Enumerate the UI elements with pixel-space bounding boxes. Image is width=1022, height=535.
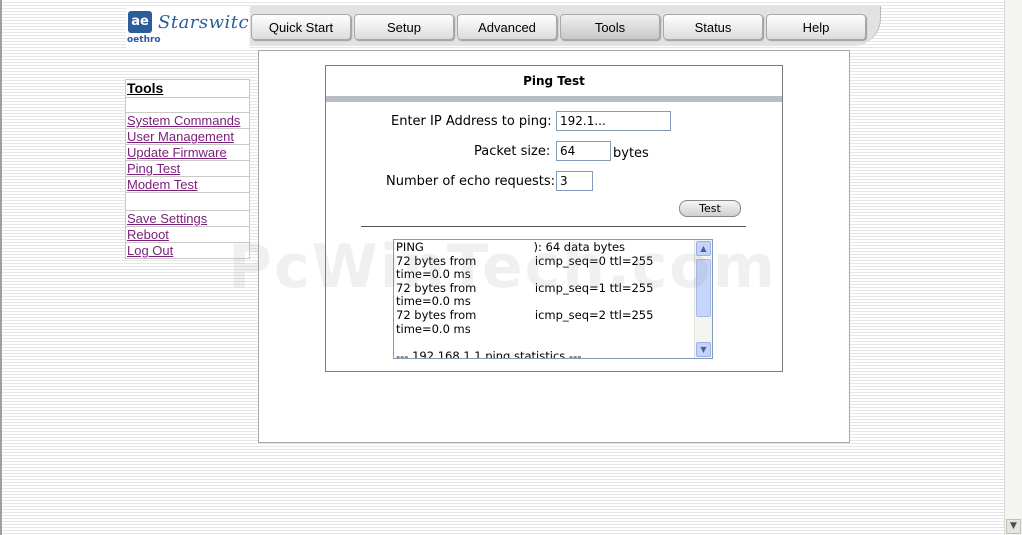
- echo-count-label: Number of echo requests:: [386, 174, 556, 189]
- brand-logo: ae oethro Starswitch: [126, 8, 261, 48]
- sidebar-item-user-management[interactable]: User Management: [125, 129, 250, 145]
- window-frame-edge: [0, 0, 2, 535]
- divider: [361, 226, 746, 227]
- title-divider: [326, 96, 782, 102]
- ip-address-input[interactable]: [556, 111, 671, 131]
- sidebar-spacer: [125, 193, 250, 211]
- sidebar-item-save-settings[interactable]: Save Settings: [125, 211, 250, 227]
- echo-count-input[interactable]: [556, 171, 593, 191]
- panel-title: Ping Test: [523, 74, 585, 88]
- packet-size-input[interactable]: [556, 141, 611, 161]
- brand-mark: ae: [128, 11, 152, 33]
- packet-size-unit: bytes: [613, 146, 649, 161]
- ip-address-label: Enter IP Address to ping:: [391, 114, 552, 129]
- sidebar-item-ping-test[interactable]: Ping Test: [125, 161, 250, 177]
- sidebar-item-update-firmware[interactable]: Update Firmware: [125, 145, 250, 161]
- scroll-down-icon[interactable]: ▼: [696, 342, 711, 357]
- page-scroll-down-icon[interactable]: ▼: [1006, 519, 1021, 534]
- sidebar-item-system-commands[interactable]: System Commands: [125, 113, 250, 129]
- tab-help[interactable]: Help: [766, 14, 866, 40]
- tab-quick-start[interactable]: Quick Start: [251, 14, 351, 40]
- brand-sub: oethro: [127, 35, 161, 45]
- tab-status[interactable]: Status: [663, 14, 763, 40]
- page-scrollbar[interactable]: ▼: [1004, 0, 1022, 535]
- tab-advanced[interactable]: Advanced: [457, 14, 557, 40]
- sidebar-item-modem-test[interactable]: Modem Test: [125, 177, 250, 193]
- test-button[interactable]: Test: [679, 200, 741, 217]
- tab-tools[interactable]: Tools: [560, 14, 660, 40]
- packet-size-label: Packet size:: [474, 144, 551, 159]
- watermark: PcWinTech.com: [228, 232, 778, 302]
- brand-name: Starswitch: [158, 12, 262, 33]
- sidebar-spacer: [125, 98, 250, 113]
- tab-setup[interactable]: Setup: [354, 14, 454, 40]
- sidebar-title: Tools: [125, 79, 250, 98]
